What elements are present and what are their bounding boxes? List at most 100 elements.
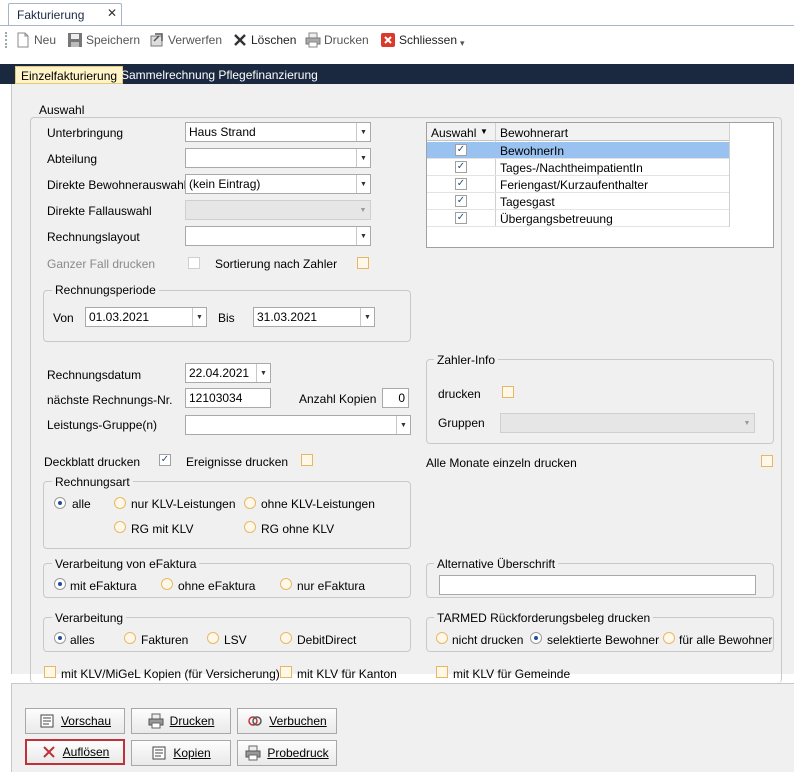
copies-icon — [152, 746, 166, 760]
col-auswahl-header[interactable]: Auswahl — [431, 126, 476, 140]
discard-button[interactable]: Verwerfen — [149, 31, 222, 49]
unterbringung-combo[interactable]: Haus Strand ▼ — [185, 122, 371, 142]
book-button[interactable]: Verbuchen — [237, 708, 337, 734]
direkte-bewohnerauswahl-combo[interactable]: (kein Eintrag) ▼ — [185, 174, 371, 194]
rechnungs-nr-input[interactable]: 12103034 — [185, 388, 271, 408]
alles-radio[interactable] — [54, 632, 66, 644]
klv-kanton-label: mit KLV für Kanton — [297, 667, 397, 681]
toolbar-grip[interactable] — [5, 32, 7, 48]
close-tab-icon[interactable]: ✕ — [107, 6, 117, 20]
direkte-bewohnerauswahl-label: Direkte Bewohnerauswahl — [47, 178, 187, 192]
nur-klv-radio[interactable] — [114, 497, 126, 509]
chevron-down-icon[interactable]: ▼ — [192, 308, 206, 326]
rg-ohne-klv-radio[interactable] — [244, 521, 256, 533]
ohne-efaktura-radio[interactable] — [161, 578, 173, 590]
ohne-klv-label: ohne KLV-Leistungen — [261, 497, 375, 511]
fakturen-radio[interactable] — [124, 632, 136, 644]
grid-row[interactable] — [427, 142, 729, 159]
discard-icon — [150, 33, 163, 47]
test-print-label: Probedruck — [267, 746, 329, 760]
chevron-down-icon[interactable]: ▼ — [356, 123, 370, 141]
chevron-down-icon[interactable]: ▼ — [396, 416, 410, 434]
klv-kanton-checkbox[interactable] — [280, 666, 292, 678]
ohne-klv-radio[interactable] — [244, 497, 256, 509]
rechnungsart-group — [43, 481, 411, 549]
sortierung-checkbox[interactable] — [357, 257, 369, 269]
chevron-down-icon[interactable]: ▼ — [256, 364, 270, 382]
abteilung-combo[interactable]: ▼ — [185, 148, 371, 168]
tab-sammelrechnung[interactable]: Sammelrechnung Pflegefinanzierung — [116, 66, 323, 84]
direkte-fallauswahl-label: Direkte Fallauswahl — [47, 204, 152, 218]
row-label: BewohnerIn — [500, 144, 565, 158]
tarmed-title: TARMED Rückforderungsbeleg drucken — [434, 611, 654, 625]
close-window-label: Schliessen — [399, 33, 458, 47]
von-date-picker[interactable]: 01.03.2021 ▼ — [85, 307, 207, 327]
test-print-button[interactable]: Probedruck — [237, 740, 337, 766]
delete-button[interactable]: Löschen — [232, 31, 296, 49]
rechnungsperiode-title: Rechnungsperiode — [52, 283, 159, 297]
copies-label: Kopien — [173, 746, 211, 760]
grid-row[interactable] — [427, 193, 729, 210]
print-invoices-button[interactable]: Drucken — [131, 708, 231, 734]
row-checkbox[interactable]: ✓ — [455, 144, 467, 156]
delete-label: Löschen — [251, 33, 297, 47]
alle-bewohner-radio[interactable] — [663, 632, 675, 644]
row-checkbox[interactable]: ✓ — [455, 195, 467, 207]
row-checkbox[interactable]: ✓ — [455, 212, 467, 224]
alternative-ueberschrift-input[interactable] — [439, 575, 756, 595]
nur-efaktura-radio[interactable] — [280, 578, 292, 590]
preview-button[interactable]: Vorschau — [25, 708, 125, 734]
row-checkbox[interactable]: ✓ — [455, 178, 467, 190]
row-checkbox[interactable]: ✓ — [455, 161, 467, 173]
deckblatt-checkbox[interactable]: ✓ — [159, 454, 171, 466]
discard-label: Verwerfen — [168, 33, 223, 47]
chevron-down-icon[interactable]: ▼ — [356, 149, 370, 167]
selektierte-bewohner-radio[interactable] — [530, 632, 542, 644]
anzahl-kopien-input[interactable]: 0 — [382, 388, 409, 408]
nicht-drucken-radio[interactable] — [436, 632, 448, 644]
bis-date-picker[interactable]: 31.03.2021 ▼ — [253, 307, 375, 327]
zahler-drucken-checkbox[interactable] — [502, 386, 514, 398]
klv-gemeinde-checkbox[interactable] — [436, 666, 448, 678]
chevron-down-icon[interactable]: ▼ — [356, 175, 370, 193]
close-window-button[interactable]: Schliessen — [380, 31, 457, 49]
chevron-down-icon[interactable]: ▼ — [356, 227, 370, 245]
rg-mit-klv-label: RG mit KLV — [131, 522, 194, 536]
rechnungsdatum-picker[interactable]: 22.04.2021 ▼ — [185, 363, 271, 383]
von-value: 01.03.2021 — [89, 310, 150, 324]
resolve-button[interactable]: Auflösen — [25, 739, 125, 765]
save-button[interactable]: Speichern — [67, 31, 140, 49]
bis-value: 31.03.2021 — [257, 310, 318, 324]
ereignisse-checkbox[interactable] — [301, 454, 313, 466]
new-label: Neu — [34, 33, 57, 47]
copies-button[interactable]: Kopien — [131, 740, 231, 766]
auswahl-title: Auswahl — [36, 103, 88, 117]
rg-mit-klv-radio[interactable] — [114, 521, 126, 533]
klv-versicherung-checkbox[interactable] — [44, 666, 56, 678]
leistungs-gruppe-combo[interactable]: ▼ — [185, 415, 411, 435]
printer-icon — [245, 745, 261, 761]
anzahl-kopien-label: Anzahl Kopien — [299, 392, 377, 406]
mit-efaktura-radio[interactable] — [54, 578, 66, 590]
sort-arrow-icon[interactable]: ▼ — [480, 127, 488, 136]
bewohnerart-grid[interactable]: Auswahl ▼ Bewohnerart ✓ BewohnerIn ✓ Tag… — [426, 122, 774, 248]
print-button[interactable]: Drucken — [305, 31, 369, 49]
tab-einzelfakturierung[interactable]: Einzelfakturierung — [15, 66, 124, 84]
alle-monate-checkbox[interactable] — [761, 455, 773, 467]
rg-ohne-klv-label: RG ohne KLV — [261, 522, 335, 536]
chevron-down-icon[interactable]: ▼ — [360, 308, 374, 326]
debitdirect-radio[interactable] — [280, 632, 292, 644]
document-tab-fakturierung[interactable]: Fakturierung ✕ — [8, 3, 122, 25]
toolbar-overflow-icon[interactable]: ▾ — [460, 38, 465, 49]
lsv-radio[interactable] — [207, 632, 219, 644]
x-icon — [42, 746, 55, 758]
rechnungsart-alle-radio[interactable] — [54, 497, 66, 509]
resolve-label: Auflösen — [62, 745, 110, 759]
new-button[interactable]: Neu — [15, 31, 56, 49]
alles-label: alles — [70, 633, 95, 647]
rechnungslayout-combo[interactable]: ▼ — [185, 226, 371, 246]
nur-klv-label: nur KLV-Leistungen — [131, 497, 236, 511]
col-bewohnerart-header[interactable]: Bewohnerart — [500, 126, 568, 140]
book-label: Verbuchen — [269, 714, 327, 728]
rechnungs-nr-value: 12103034 — [189, 391, 243, 405]
